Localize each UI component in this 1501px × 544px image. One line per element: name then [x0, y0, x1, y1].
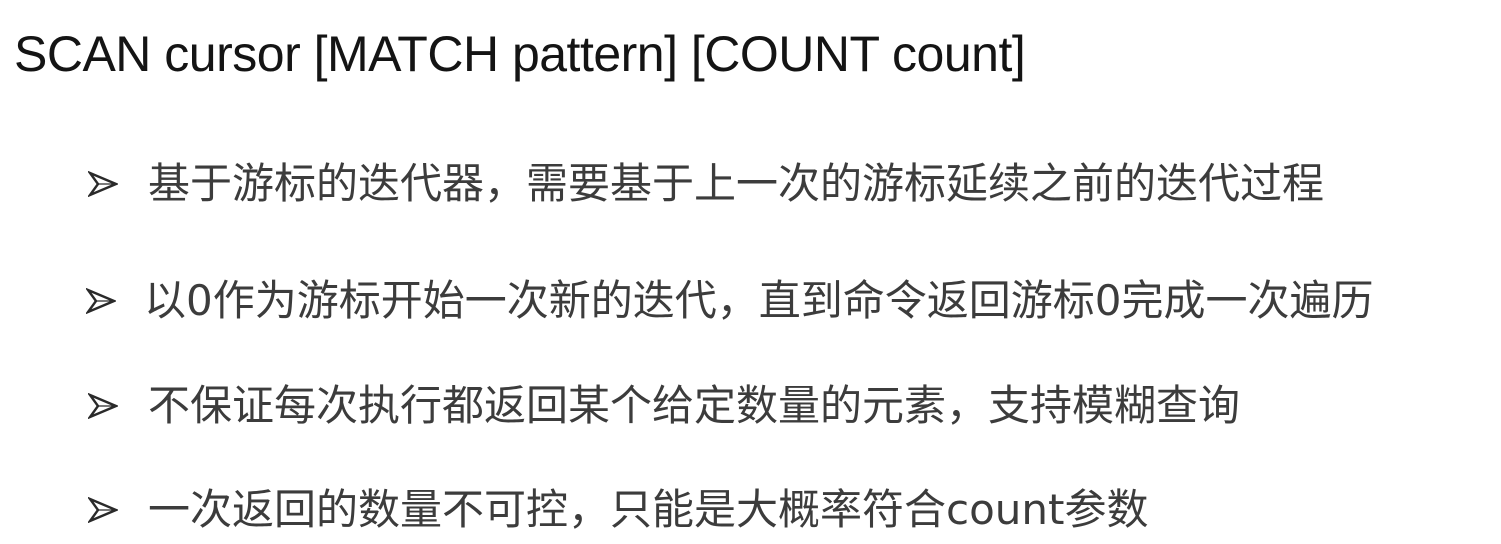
bullet-text: 一次返回的数量不可控，只能是大概率符合count参数 [148, 485, 1149, 534]
slide: SCAN cursor [MATCH pattern] [COUNT count… [0, 0, 1501, 544]
arrowhead-bullet-icon [86, 287, 120, 315]
bullet-item: 基于游标的迭代器，需要基于上一次的游标延续之前的迭代过程 [88, 154, 1324, 214]
bullet-list: 基于游标的迭代器，需要基于上一次的游标延续之前的迭代过程 以0作为游标开始一次新… [0, 0, 1501, 544]
bullet-text: 基于游标的迭代器，需要基于上一次的游标延续之前的迭代过程 [148, 159, 1325, 208]
arrowhead-bullet-icon [88, 496, 122, 524]
bullet-text: 不保证每次执行都返回某个给定数量的元素，支持模糊查询 [148, 381, 1241, 430]
arrowhead-bullet-icon [88, 170, 122, 198]
bullet-text: 以0作为游标开始一次新的迭代，直到命令返回游标0完成一次遍历 [144, 276, 1374, 325]
bullet-item: 以0作为游标开始一次新的迭代，直到命令返回游标0完成一次遍历 [86, 271, 1373, 331]
arrowhead-bullet-icon [88, 392, 122, 420]
bullet-item: 不保证每次执行都返回某个给定数量的元素，支持模糊查询 [88, 376, 1240, 436]
bullet-item: 一次返回的数量不可控，只能是大概率符合count参数 [88, 480, 1149, 540]
